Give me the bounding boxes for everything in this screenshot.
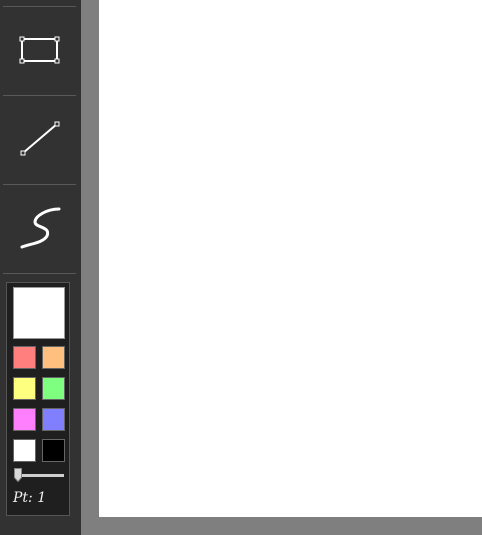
toolbar-separator xyxy=(3,184,76,185)
toolbar-separator xyxy=(3,95,76,96)
freehand-tool-button[interactable] xyxy=(3,186,76,272)
slider-thumb[interactable] xyxy=(14,468,22,482)
color-swatch-yellow[interactable] xyxy=(13,377,36,400)
color-swatch-orange[interactable] xyxy=(42,346,65,369)
color-palette: Pt: 1 xyxy=(6,282,70,516)
toolbar-separator xyxy=(3,273,76,274)
rectangle-icon xyxy=(19,36,60,64)
color-swatch-magenta[interactable] xyxy=(13,408,36,431)
toolbar: Pt: 1 xyxy=(0,0,81,535)
point-size-label: Pt: 1 xyxy=(13,490,47,506)
line-tool-button[interactable] xyxy=(3,97,76,183)
color-swatch-green[interactable] xyxy=(42,377,65,400)
current-color-preview xyxy=(13,287,65,339)
color-swatch-black[interactable] xyxy=(42,439,65,462)
toolbar-separator xyxy=(3,6,76,7)
line-icon xyxy=(20,121,60,156)
color-swatch-blue[interactable] xyxy=(42,408,65,431)
drawing-canvas[interactable] xyxy=(99,0,482,517)
rectangle-tool-button[interactable] xyxy=(3,8,76,94)
freehand-icon xyxy=(20,207,61,249)
color-swatch-white[interactable] xyxy=(13,439,36,462)
color-swatch-red[interactable] xyxy=(13,346,36,369)
